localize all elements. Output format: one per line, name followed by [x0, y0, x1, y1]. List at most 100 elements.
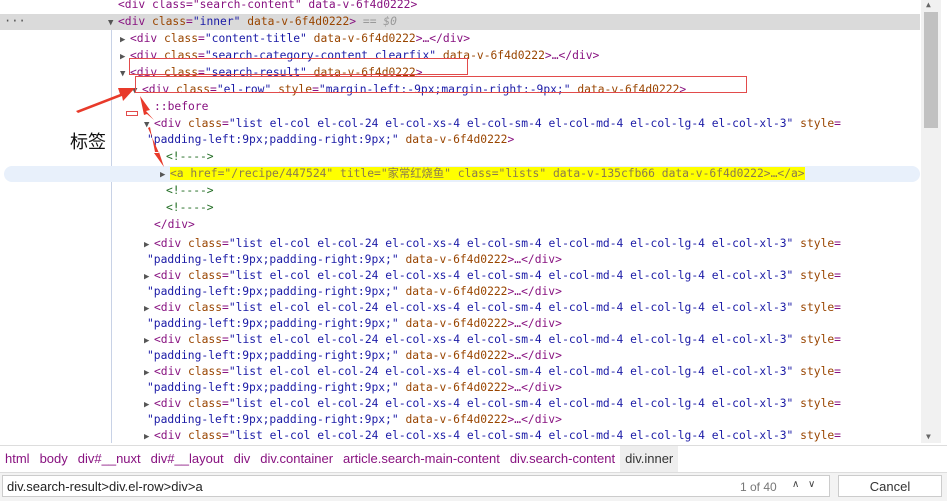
code-token: <div — [154, 429, 189, 442]
code-token: data-v-6f4d0222 — [398, 133, 508, 146]
dom-node-line[interactable]: "padding-left:9px;padding-right:9px;" da… — [0, 252, 920, 268]
breadcrumb-item[interactable]: div.search-content — [505, 446, 620, 472]
vertical-scrollbar[interactable]: ▲ ▼ — [921, 0, 941, 443]
code-token: "padding-left:9px;padding-right:9px;" — [147, 381, 399, 394]
code-token: = — [222, 365, 229, 378]
dom-node-line[interactable]: </div> — [0, 217, 920, 233]
code-token: "padding-left:9px;padding-right:9px;" — [147, 413, 399, 426]
collapse-triangle-icon[interactable]: ▼ — [108, 15, 118, 31]
breadcrumb-item[interactable]: div.inner — [620, 446, 679, 472]
code-token: data-v-6f4d0222 — [306, 32, 416, 45]
code-token: = — [834, 237, 841, 250]
code-token: "list el-col el-col-24 el-col-xs-4 el-co… — [228, 237, 794, 250]
code-token: data-v-6f4d0222 — [398, 285, 508, 298]
code-token: <div — [154, 269, 189, 282]
code-token: data-v-6f4d0222 — [398, 253, 508, 266]
code-token: <div — [154, 117, 189, 130]
code-token: class — [188, 237, 223, 250]
code-token: class — [188, 117, 223, 130]
code-token: = — [222, 397, 229, 410]
code-token: data-v-6f4d0222 — [398, 381, 508, 394]
expand-triangle-icon[interactable]: ▶ — [120, 32, 130, 48]
expand-triangle-icon[interactable]: ▶ — [160, 167, 170, 183]
expand-triangle-icon[interactable]: ▶ — [144, 237, 154, 253]
dom-node-line[interactable]: "padding-left:9px;padding-right:9px;" da… — [0, 132, 920, 148]
breadcrumb-item[interactable]: html — [0, 446, 35, 472]
more-options-icon[interactable]: ··· — [4, 14, 26, 28]
code-token: = — [186, 15, 193, 28]
match-count: 1 of 40 — [740, 480, 777, 494]
code-token: = — [222, 237, 229, 250]
annotation-box-el-row — [135, 76, 747, 93]
code-token: </div> — [154, 218, 195, 231]
dom-node-line[interactable]: <div class="search-content" data-v-6f4d0… — [0, 0, 920, 13]
code-token: <div — [154, 237, 189, 250]
scrollbar-thumb[interactable] — [924, 12, 938, 128]
dom-node-line[interactable]: ▶ <div class="content-title" data-v-6f4d0… — [0, 31, 920, 47]
breadcrumb-item[interactable]: div.container — [255, 446, 338, 472]
code-token: "list el-col el-col-24 el-col-xs-4 el-co… — [228, 397, 794, 410]
breadcrumb-item[interactable]: article.search-main-content — [338, 446, 505, 472]
expand-triangle-icon[interactable]: ▶ — [144, 269, 154, 285]
code-token: = — [222, 429, 229, 442]
code-token: style — [793, 117, 835, 130]
code-token: style — [793, 301, 835, 314]
previous-match-icon[interactable]: ∧ — [792, 479, 799, 490]
dom-node-line[interactable]: "padding-left:9px;padding-right:9px;" da… — [0, 284, 920, 300]
cancel-button[interactable]: Cancel — [838, 475, 942, 497]
code-token: >…</div> — [507, 381, 562, 394]
code-token: ::before — [154, 100, 209, 113]
dom-node-line[interactable]: ▶ <div class="list el-col el-col-24 el-co… — [0, 332, 920, 348]
code-token: data-v-6f4d0222 — [398, 413, 508, 426]
code-token: = — [222, 333, 229, 346]
code-token: = — [834, 301, 841, 314]
dom-node-line[interactable]: ▶ <div class="list el-col el-col-24 el-co… — [0, 300, 920, 316]
annotation-mark — [126, 111, 138, 116]
next-match-icon[interactable]: ∨ — [808, 479, 815, 490]
breadcrumb-item[interactable]: body — [35, 446, 73, 472]
dom-node-line[interactable]: ▶ <div class="list el-col el-col-24 el-co… — [0, 268, 920, 284]
dom-node-line[interactable]: ▶ <div class="list el-col el-col-24 el-co… — [0, 396, 920, 412]
dom-node-line[interactable]: ▼ <div class="inner" data-v-6f4d0222> == … — [0, 14, 920, 30]
scroll-down-icon[interactable]: ▼ — [926, 432, 931, 441]
dom-node-line[interactable]: "padding-left:9px;padding-right:9px;" da… — [0, 348, 920, 364]
annotation-label: 标签 — [70, 132, 106, 153]
expand-triangle-icon[interactable]: ▶ — [144, 365, 154, 381]
breadcrumb: html body div#__nuxt div#__layout div div.con… — [0, 445, 947, 472]
dom-node-line[interactable]: ▶ <div class="list el-col el-col-24 el-co… — [0, 428, 920, 443]
code-token: class — [188, 397, 223, 410]
dom-node-line[interactable]: <!----> — [0, 149, 920, 165]
dom-node-line[interactable]: ▶ <div class="list el-col el-col-24 el-co… — [0, 364, 920, 380]
dom-node-line[interactable]: ▶ <a href="/recipe/447524" title="家常红烧鱼" … — [4, 166, 920, 182]
scroll-up-icon[interactable]: ▲ — [926, 0, 931, 9]
code-token: = — [834, 333, 841, 346]
code-token: <!----> — [166, 184, 214, 197]
code-token: "list el-col el-col-24 el-col-xs-4 el-co… — [228, 333, 794, 346]
expand-triangle-icon[interactable]: ▶ — [144, 301, 154, 317]
breadcrumb-item[interactable]: div#__layout — [146, 446, 229, 472]
code-token: class — [188, 429, 223, 442]
code-token: "list el-col el-col-24 el-col-xs-4 el-co… — [228, 429, 794, 442]
dom-node-line[interactable]: "padding-left:9px;padding-right:9px;" da… — [0, 412, 920, 428]
dom-node-line[interactable]: <!----> — [0, 200, 920, 216]
dom-node-line[interactable]: <!----> — [0, 183, 920, 199]
dom-node-line[interactable]: ▶ <div class="list el-col el-col-24 el-co… — [0, 236, 920, 252]
expand-triangle-icon[interactable]: ▶ — [144, 333, 154, 349]
breadcrumb-item[interactable]: div — [229, 446, 256, 472]
code-token: >…</div> — [507, 285, 562, 298]
code-token: = — [834, 397, 841, 410]
code-token: "content-title" — [204, 32, 307, 45]
breadcrumb-item[interactable]: div#__nuxt — [73, 446, 146, 472]
collapse-triangle-icon[interactable]: ▼ — [144, 117, 154, 133]
code-token: == $0 — [356, 15, 397, 28]
expand-triangle-icon[interactable]: ▶ — [144, 397, 154, 413]
dom-node-line[interactable]: "padding-left:9px;padding-right:9px;" da… — [0, 316, 920, 332]
dom-node-line[interactable]: ▼ <div class="list el-col el-col-24 el-co… — [0, 116, 920, 132]
search-input[interactable]: div.search-result>div.el-row>div>a — [2, 475, 830, 497]
dom-node-line[interactable]: "padding-left:9px;padding-right:9px;" da… — [0, 380, 920, 396]
dom-node-line[interactable]: ::before — [0, 99, 920, 115]
code-token: <div — [154, 397, 189, 410]
code-token: <!----> — [166, 150, 214, 163]
expand-triangle-icon[interactable]: ▶ — [144, 429, 154, 443]
code-token: data-v-6f4d0222 — [398, 317, 508, 330]
